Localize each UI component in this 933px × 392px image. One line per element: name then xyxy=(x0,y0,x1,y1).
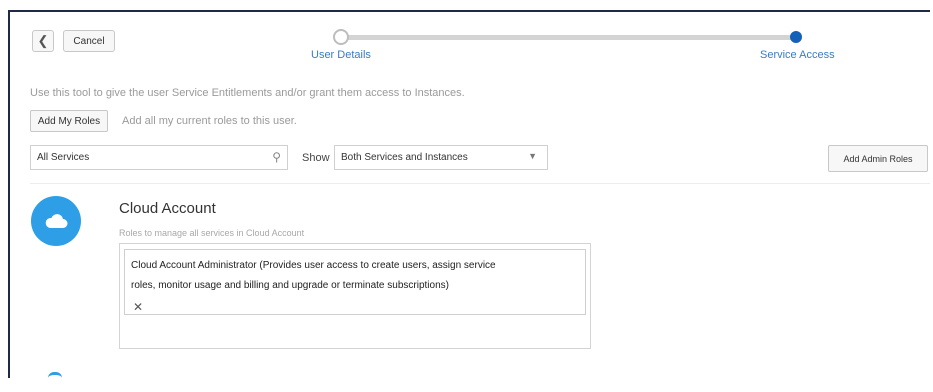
service-avatar xyxy=(31,196,81,246)
cloud-icon xyxy=(45,214,68,228)
section-divider xyxy=(30,183,930,184)
chevron-down-icon: ▼ xyxy=(528,151,537,161)
top-edge xyxy=(0,0,933,10)
close-icon[interactable]: ✕ xyxy=(133,300,143,314)
service-description: Roles to manage all services in Cloud Ac… xyxy=(119,228,305,238)
service-title: Cloud Account xyxy=(119,200,216,217)
show-filter-value: Both Services and Instances xyxy=(341,152,468,163)
bottom-edge xyxy=(0,378,933,392)
search-icon[interactable]: ⚲ xyxy=(272,150,281,164)
role-chip[interactable]: Cloud Account Administrator (Provides us… xyxy=(124,249,586,315)
add-my-roles-button[interactable]: Add My Roles xyxy=(30,110,108,132)
step-user-details-dot[interactable] xyxy=(333,29,349,45)
step-service-access-dot[interactable] xyxy=(790,31,802,43)
intro-text: Use this tool to give the user Service E… xyxy=(30,87,465,99)
cancel-button[interactable]: Cancel xyxy=(63,30,115,52)
service-search-input[interactable]: All Services ⚲ xyxy=(30,145,288,170)
add-my-roles-hint: Add all my current roles to this user. xyxy=(122,115,297,127)
chevron-left-icon: ❮ xyxy=(37,33,49,48)
show-label: Show xyxy=(302,152,330,164)
train-progress-line xyxy=(342,35,796,40)
step-user-details-label[interactable]: User Details xyxy=(311,49,371,61)
step-service-access-label[interactable]: Service Access xyxy=(760,49,835,61)
add-admin-roles-button[interactable]: Add Admin Roles xyxy=(828,145,928,172)
role-chip-line-2: roles, monitor usage and billing and upg… xyxy=(131,280,449,291)
back-button[interactable]: ❮ xyxy=(32,30,54,52)
show-filter-select[interactable]: Both Services and Instances ▼ xyxy=(334,145,548,170)
role-chip-line-1: Cloud Account Administrator (Provides us… xyxy=(131,260,496,271)
search-input-value: All Services xyxy=(37,152,90,163)
